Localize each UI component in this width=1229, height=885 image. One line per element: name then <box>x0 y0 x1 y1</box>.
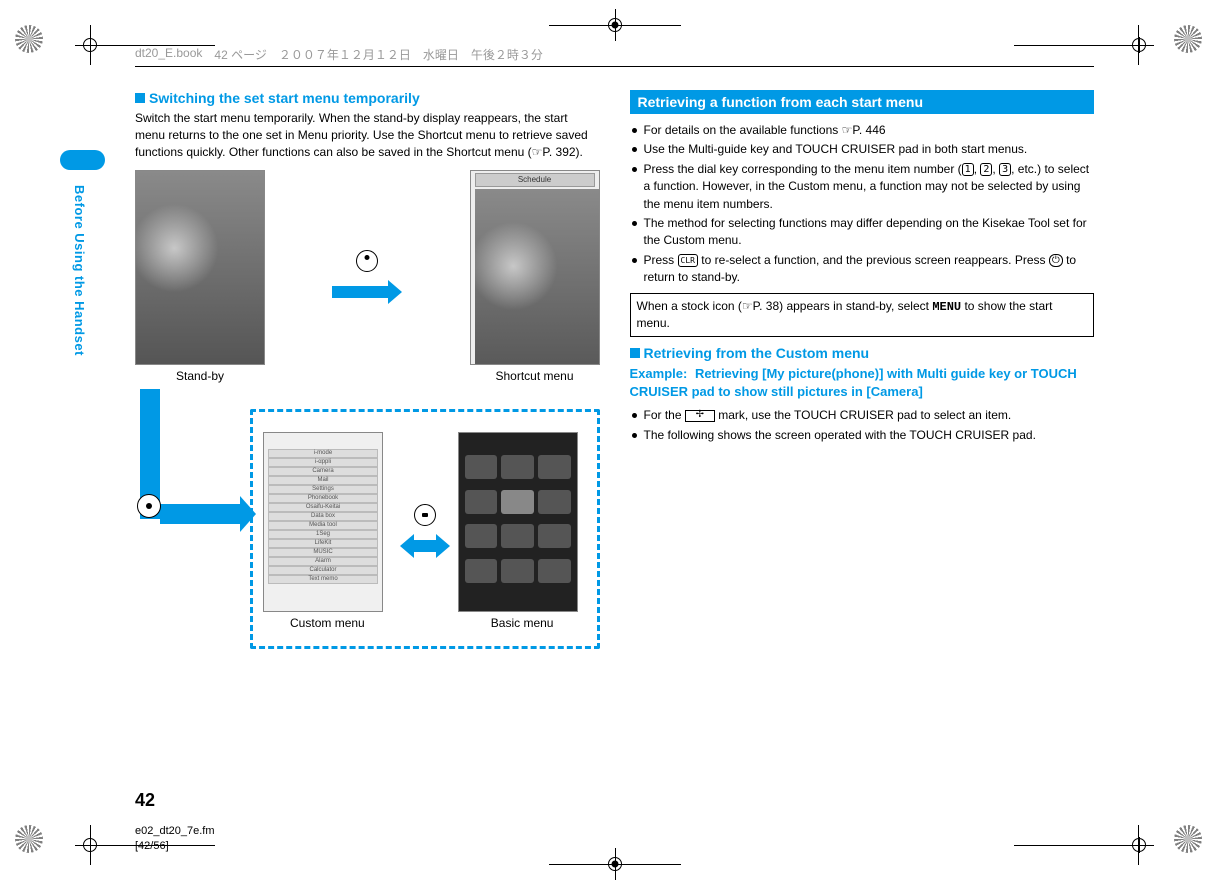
arrow-bidirectional-icon <box>400 534 450 558</box>
center-mark <box>608 857 622 871</box>
registration-mark <box>1174 825 1214 865</box>
center-mark <box>608 18 622 32</box>
menu-cell: Osaifu-Keitai <box>268 503 378 512</box>
figure-bottom: i-modei-αppliCameraMailSettingsPhonebook… <box>135 389 600 649</box>
menu-cell: Mail <box>268 476 378 485</box>
shortcut-menu-screenshot: Schedule <box>470 170 600 365</box>
custom-menu-screenshot: i-modei-αppliCameraMailSettingsPhonebook… <box>263 432 383 612</box>
clr-key-icon: CLR <box>678 254 698 267</box>
bullet-item: Press CLR to re-select a function, and t… <box>630 252 1095 287</box>
bullet-item: For the mark, use the TOUCH CRUISER pad … <box>630 407 1095 424</box>
bullet-item: Use the Multi-guide key and TOUCH CRUISE… <box>630 141 1095 158</box>
sidebar-label: Before Using the Handset <box>72 185 87 356</box>
standby-caption: Stand-by <box>135 369 265 383</box>
footer-index: [42/56] <box>135 839 215 853</box>
end-key-icon: ⏻ <box>1049 254 1063 267</box>
reference-icon <box>742 299 753 313</box>
crop-mark <box>1014 825 1154 865</box>
menu-cell: Calculator <box>268 566 378 575</box>
menu-cell: LifeKit <box>268 539 378 548</box>
basic-menu-screenshot <box>458 432 578 612</box>
left-body: Switch the start menu temporarily. When … <box>135 110 600 160</box>
menu-cell: Media tool <box>268 521 378 530</box>
left-title-text: Switching the set start menu temporarily <box>149 90 420 106</box>
arrow-right-icon <box>332 280 402 304</box>
right-section-bar: Retrieving a function from each start me… <box>630 90 1095 114</box>
note-box: When a stock icon (P. 38) appears in sta… <box>630 293 1095 338</box>
key-1-icon: 1 <box>962 163 974 176</box>
right-bullets: For details on the available functions P… <box>630 122 1095 287</box>
menu-cell: MUSIC <box>268 548 378 557</box>
example-block: Example: Retrieving [My picture(phone)] … <box>630 365 1095 401</box>
bullet-item: Press the dial key corresponding to the … <box>630 161 1095 213</box>
standby-screenshot <box>135 170 265 365</box>
left-section-title: Switching the set start menu temporarily <box>135 90 600 106</box>
left-column: Switching the set start menu temporarily… <box>135 90 600 649</box>
page-number: 42 <box>135 790 155 811</box>
registration-mark <box>15 825 55 865</box>
header-file: dt20_E.book <box>135 46 202 63</box>
header-page: 42 ページ <box>214 46 266 63</box>
menu-cell: Camera <box>268 467 378 476</box>
footer-filename: e02_dt20_7e.fm <box>135 824 215 838</box>
example-label: Example: <box>630 366 688 381</box>
menu-label: MENU <box>932 300 961 314</box>
sidebar-tab <box>60 150 105 170</box>
menu-cell: i-αppli <box>268 458 378 467</box>
up-key-icon <box>356 250 378 272</box>
bullet-item: For details on the available functions P… <box>630 122 1095 139</box>
print-header: dt20_E.book 42 ページ ２００７年１２月１２日 水曜日 午後２時３… <box>135 46 1094 67</box>
figure-top-row: Stand-by Schedule Shortcut menu <box>135 170 600 383</box>
menu-cell: Text memo <box>268 575 378 584</box>
shortcut-caption: Shortcut menu <box>470 369 600 383</box>
registration-mark <box>1174 25 1214 65</box>
toggle-key-icon <box>414 504 436 526</box>
right-subsection-title: Retrieving from the Custom menu <box>630 345 1095 361</box>
header-date: ２００７年１２月１２日 水曜日 午後２時３分 <box>279 46 543 63</box>
bullet-item: The method for selecting functions may d… <box>630 215 1095 250</box>
square-bullet-icon <box>135 93 145 103</box>
menu-cell: 1Seg <box>268 530 378 539</box>
menu-cell: Settings <box>268 485 378 494</box>
square-bullet-icon <box>630 348 640 358</box>
touch-cruiser-mark-icon <box>685 410 715 422</box>
footer-meta: e02_dt20_7e.fm [42/56] <box>135 824 215 853</box>
subsection-title-text: Retrieving from the Custom menu <box>644 345 870 361</box>
menu-cell: Data box <box>268 512 378 521</box>
example-text: Retrieving [My picture(phone)] with Mult… <box>630 366 1077 399</box>
reference-icon <box>842 123 853 137</box>
menu-cell: Phonebook <box>268 494 378 503</box>
menu-cell: i-mode <box>268 449 378 458</box>
bullet-item: The following shows the screen operated … <box>630 427 1095 444</box>
menu-group-box: i-modei-αppliCameraMailSettingsPhonebook… <box>250 409 600 649</box>
custom-caption: Custom menu <box>263 616 392 630</box>
menu-cell: Alarm <box>268 557 378 566</box>
right-post-bullets: For the mark, use the TOUCH CRUISER pad … <box>630 407 1095 444</box>
registration-mark <box>15 25 55 65</box>
key-2-icon: 2 <box>980 163 992 176</box>
basic-caption: Basic menu <box>458 616 587 630</box>
right-column: Retrieving a function from each start me… <box>630 90 1095 649</box>
key-3-icon: 3 <box>999 163 1011 176</box>
